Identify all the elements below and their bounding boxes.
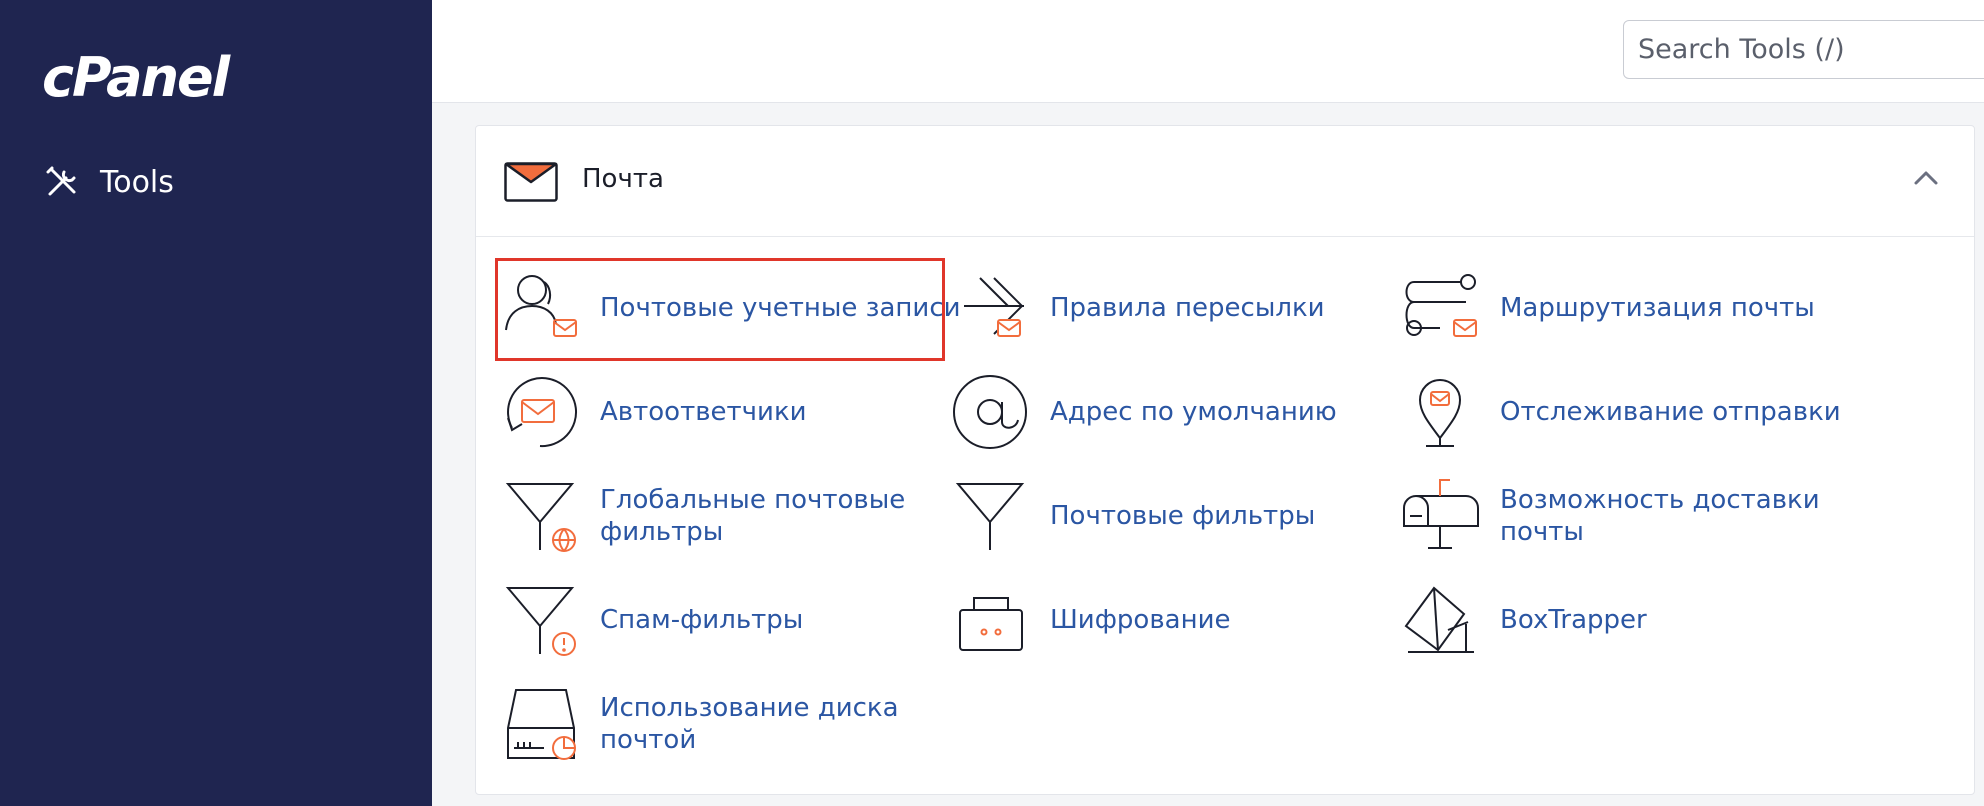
- section-header[interactable]: Почта: [476, 126, 1974, 237]
- boxtrapper-icon: [1404, 586, 1474, 653]
- at-sign-icon: [953, 375, 1027, 449]
- global-filter-icon: [505, 483, 576, 552]
- tool-email-accounts[interactable]: Почтовые учетные записи: [500, 268, 961, 348]
- tool-global-email-filters[interactable]: Глобальные почтовые фильтры: [500, 476, 920, 556]
- tool-autoresponders[interactable]: Автоответчики: [500, 372, 807, 452]
- forwarders-icon: [964, 277, 1024, 337]
- disk-usage-icon: [507, 689, 576, 760]
- tool-default-address[interactable]: Адрес по умолчанию: [950, 372, 1337, 452]
- tool-label: Адрес по умолчанию: [1050, 397, 1337, 427]
- tools-icon: [46, 166, 76, 196]
- tool-encryption[interactable]: Шифрование: [950, 580, 1231, 660]
- tool-label: Почтовые фильтры: [1050, 501, 1316, 531]
- sidebar-item-label: Tools: [100, 164, 174, 200]
- tool-forwarders[interactable]: Правила пересылки: [950, 268, 1325, 348]
- chevron-up-icon[interactable]: [1913, 168, 1939, 186]
- envelope-icon: [504, 162, 558, 202]
- sidebar-item-tools[interactable]: Tools: [44, 164, 174, 200]
- tool-label: Маршрутизация почты: [1500, 293, 1815, 323]
- email-routing-icon: [1405, 274, 1477, 337]
- tool-track-delivery[interactable]: Отслеживание отправки: [1400, 372, 1841, 452]
- tool-email-disk-usage[interactable]: Использование диска почтой: [500, 684, 920, 764]
- cpanel-logo[interactable]: cPanel: [42, 46, 230, 109]
- tool-label: Правила пересылки: [1050, 293, 1325, 323]
- tool-label: Отслеживание отправки: [1500, 397, 1841, 427]
- tool-label: Использование диска почтой: [600, 693, 899, 755]
- filter-icon: [955, 483, 1025, 550]
- encryption-icon: [959, 597, 1023, 651]
- tool-email-routing[interactable]: Маршрутизация почты: [1400, 268, 1815, 348]
- tool-label: Почтовые учетные записи: [600, 293, 961, 323]
- email-accounts-icon: [505, 275, 577, 337]
- tool-email-deliverability[interactable]: Возможность доставки почты: [1400, 476, 1860, 556]
- tool-spam-filters[interactable]: Спам-фильтры: [500, 580, 803, 660]
- tool-label: Шифрование: [1050, 605, 1231, 635]
- tool-boxtrapper[interactable]: BoxTrapper: [1400, 580, 1647, 660]
- tool-label: BoxTrapper: [1500, 605, 1647, 635]
- spam-filter-icon: [505, 587, 576, 656]
- tool-label: Возможность доставки почты: [1500, 485, 1820, 547]
- sidebar: cPanel Tools: [0, 0, 432, 806]
- tool-label: Спам-фильтры: [600, 605, 804, 635]
- tool-label: Автоответчики: [600, 397, 807, 427]
- mailbox-icon: [1403, 479, 1479, 549]
- autoresponders-icon: [507, 377, 577, 448]
- section-title: Почта: [582, 164, 664, 194]
- track-delivery-icon: [1418, 379, 1462, 447]
- tool-label: Глобальные почтовые фильтры: [600, 485, 906, 547]
- search-tools-input[interactable]: [1623, 20, 1984, 79]
- tool-email-filters[interactable]: Почтовые фильтры: [950, 476, 1315, 556]
